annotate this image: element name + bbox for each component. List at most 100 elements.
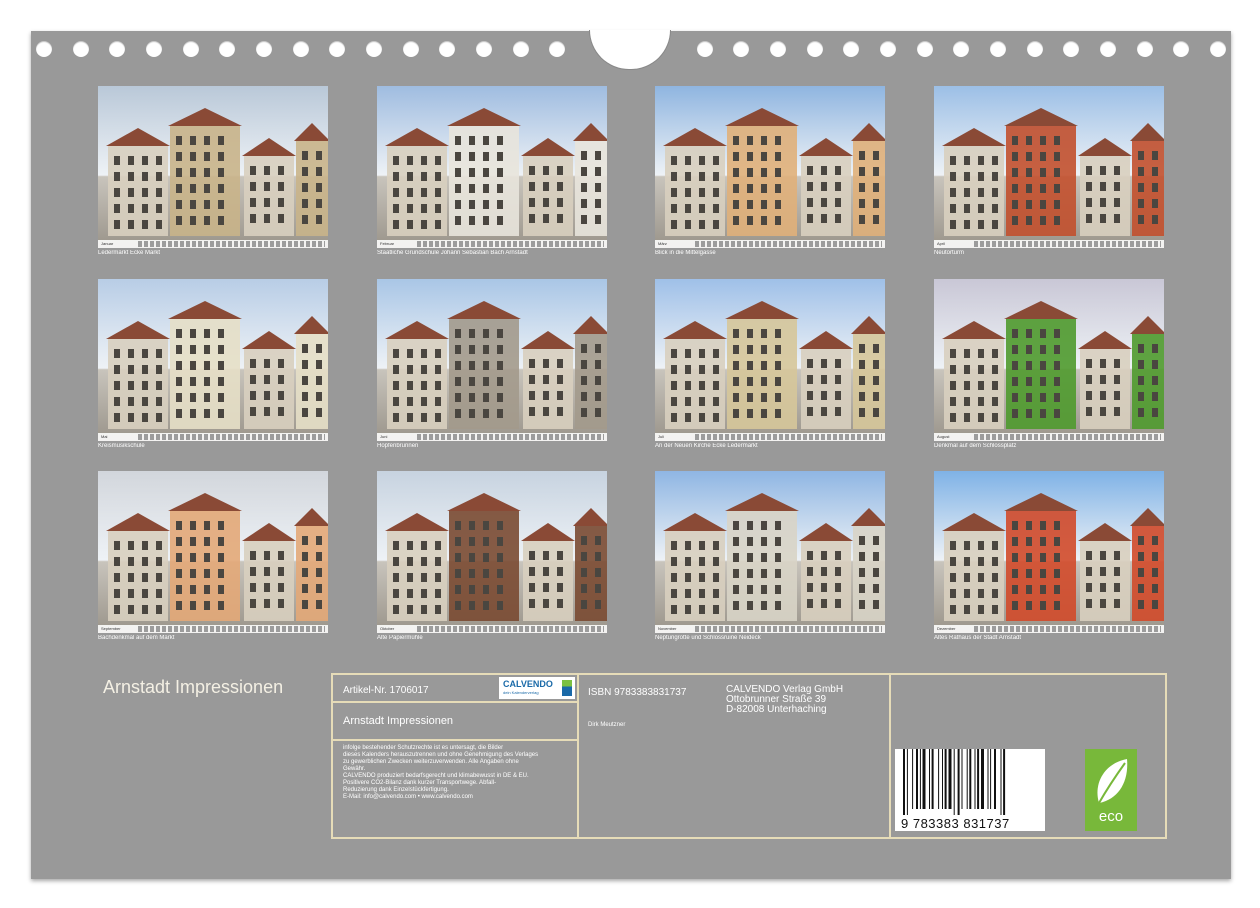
month-days — [417, 626, 604, 632]
binding-hole — [183, 41, 199, 57]
binding-hole — [439, 41, 455, 57]
photo-caption: Kreismusikschule — [98, 443, 145, 449]
month-name: Juli — [658, 434, 665, 439]
month-name: Mai — [101, 434, 108, 439]
month-calendar-strip: Januar — [98, 240, 328, 248]
photo-scene — [385, 301, 607, 429]
publisher-line: D-82008 Unterhaching — [726, 704, 827, 715]
month-photo: Mai — [98, 279, 328, 441]
binding-hole — [513, 41, 529, 57]
calvendo-logo-mark — [562, 680, 572, 696]
month-days — [138, 434, 325, 440]
barcode-number: 9 783383 831737 — [901, 816, 1010, 831]
month-days — [695, 241, 882, 247]
month-days — [974, 241, 1161, 247]
legal-notice-line: Reduzierung dank Einzelstückfertigung. — [343, 787, 449, 793]
calendar-back-cover: Januar Ledermarkt Ecke Markt Februar Staatl… — [31, 30, 1231, 879]
month-name: Juni — [380, 434, 388, 439]
month-photo: Oktober — [377, 471, 607, 633]
binding-hole — [256, 41, 272, 57]
photo-scene — [106, 493, 328, 621]
binding-hole — [733, 41, 749, 57]
month-name: Januar — [101, 241, 114, 246]
month-calendar-strip: November — [655, 625, 885, 633]
month-days — [417, 434, 604, 440]
photo-caption: Ledermarkt Ecke Markt — [98, 250, 161, 256]
month-name: August — [937, 434, 950, 439]
month-calendar-strip: März — [655, 240, 885, 248]
month-photo: September — [98, 471, 328, 633]
photo-scene — [663, 493, 885, 621]
month-photo: Februar — [377, 86, 607, 248]
binding-hole — [366, 41, 382, 57]
legal-notice-line: Positivere CO2-Bilanz dank kurzer Transp… — [343, 780, 497, 786]
legal-notice-line: zu gewerblichen Zwecken weiterzuverwende… — [343, 759, 519, 765]
month-name: Februar — [380, 241, 395, 246]
month-name: Dezember — [937, 626, 956, 631]
month-calendar-strip: Juli — [655, 433, 885, 441]
legal-notice-line: Gewähr. — [343, 766, 366, 772]
month-photo: Juli — [655, 279, 885, 441]
calendar-title: Arnstadt Impressionen — [103, 677, 284, 697]
month-photo: März — [655, 86, 885, 248]
legal-notice-line: E-Mail: info@calvendo.com • www.calvendo… — [343, 794, 473, 800]
isbn-barcode: 9 783383 831737 — [895, 749, 1045, 831]
photo-scene — [942, 493, 1164, 621]
article-number: Artikel-Nr. 1706017 — [343, 685, 429, 696]
month-days — [417, 241, 604, 247]
binding-hole — [219, 41, 235, 57]
month-calendar-strip: Dezember — [934, 625, 1164, 633]
month-calendar-strip: August — [934, 433, 1164, 441]
binding-hole — [329, 41, 345, 57]
photo-scene — [663, 301, 885, 429]
month-days — [138, 626, 325, 632]
photo-scene — [106, 108, 328, 236]
binding-hole — [990, 41, 1006, 57]
binding-hole — [1173, 41, 1189, 57]
photo-caption: Staatliche Grundschule Johann Sebastian … — [377, 250, 528, 256]
month-photo: Dezember — [934, 471, 1164, 633]
month-name: März — [658, 241, 667, 246]
month-photo: Juni — [377, 279, 607, 441]
month-calendar-strip: Februar — [377, 240, 607, 248]
binding-hole — [843, 41, 859, 57]
imprint-box: Artikel-Nr. 1706017 CALVENDO dein Kalend… — [331, 673, 1167, 839]
month-days — [138, 241, 325, 247]
binding-hole — [109, 41, 125, 57]
binding-hole — [293, 41, 309, 57]
month-name: April — [937, 241, 946, 246]
eco-label: eco — [1098, 808, 1124, 825]
isbn: ISBN 9783383831737 — [588, 687, 687, 698]
author-name: Dirk Meutzner — [588, 722, 626, 728]
binding-hole — [403, 41, 419, 57]
month-photo: Januar — [98, 86, 328, 248]
binding-hole — [1210, 41, 1226, 57]
month-days — [695, 626, 882, 632]
photo-caption: Bachdenkmal auf dem Markt — [98, 635, 175, 641]
photo-caption: Denkmal auf dem Schlossplatz — [934, 443, 1017, 449]
photo-caption: Alte Papiermühle — [377, 635, 423, 641]
photo-scene — [106, 301, 328, 429]
binding-hole — [1027, 41, 1043, 57]
month-days — [974, 434, 1161, 440]
photo-caption: Altes Rathaus der Stadt Arnstadt — [934, 635, 1022, 641]
binding-hole — [770, 41, 786, 57]
photo-caption: Neptungrotte und Schlossruine Neideck — [655, 635, 761, 641]
month-photo: November — [655, 471, 885, 633]
binding-hole — [146, 41, 162, 57]
month-calendar-strip: Juni — [377, 433, 607, 441]
month-name: September — [101, 626, 121, 631]
binding-hole — [476, 41, 492, 57]
legal-notice-line: CALVENDO produziert bedarfsgerecht und k… — [343, 773, 529, 779]
month-name: November — [658, 626, 677, 631]
month-days — [695, 434, 882, 440]
photo-caption: Blick in die Mittelgasse — [655, 250, 716, 256]
binding-hole — [953, 41, 969, 57]
month-photo: August — [934, 279, 1164, 441]
photo-scene — [942, 301, 1164, 429]
binding-hole — [549, 41, 565, 57]
photo-scene — [942, 108, 1164, 236]
month-calendar-strip: Mai — [98, 433, 328, 441]
binding-hole — [880, 41, 896, 57]
legal-notice-line: infolge bestehender Schutzrechte ist es … — [343, 745, 504, 751]
